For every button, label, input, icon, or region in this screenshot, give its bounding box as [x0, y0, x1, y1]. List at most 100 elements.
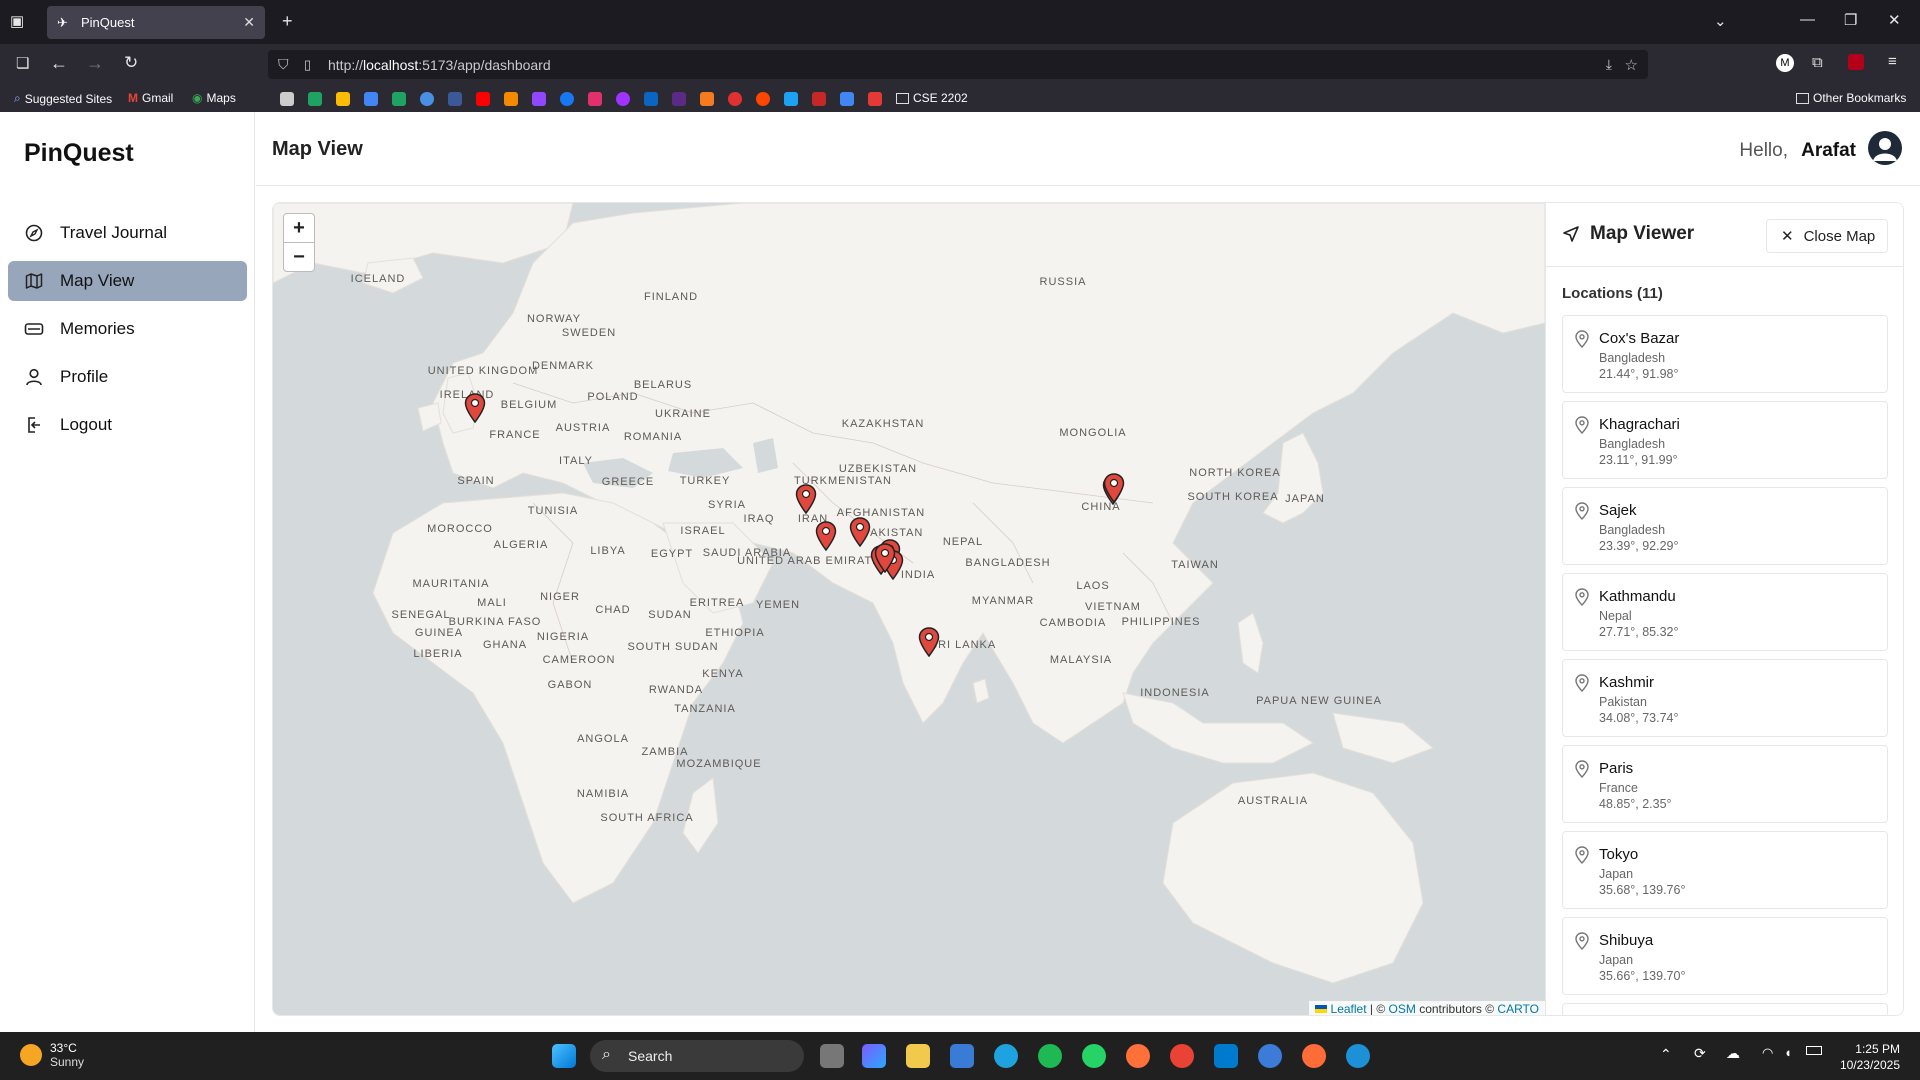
tab-list-icon[interactable]: ▣ [10, 12, 24, 30]
bookmark-icon[interactable] [700, 92, 714, 106]
chart-icon[interactable] [840, 92, 854, 106]
drive-icon[interactable] [336, 92, 350, 106]
forward-icon[interactable]: → [86, 53, 104, 74]
restore-icon[interactable]: ❐ [1844, 11, 1857, 29]
chrome-icon[interactable] [1170, 1044, 1194, 1068]
task-view-icon[interactable] [820, 1044, 844, 1068]
mail-icon[interactable] [448, 92, 462, 106]
location-item[interactable]: Shibuya Japan 35.66°, 139.70° [1562, 917, 1888, 995]
linkedin-icon[interactable] [644, 92, 658, 106]
spotify-icon[interactable] [1038, 1044, 1062, 1068]
bookmark-icon[interactable] [728, 92, 742, 106]
store-icon[interactable] [950, 1044, 974, 1068]
twitch-icon[interactable] [532, 92, 546, 106]
location-item[interactable]: Paris France 48.85°, 2.35° [1562, 745, 1888, 823]
mt-icon[interactable] [504, 92, 518, 106]
taskbar-search[interactable]: ⌕ Search [590, 1040, 804, 1072]
extensions-icon[interactable]: ⧉ [1812, 54, 1823, 71]
sidebar-item-travel-journal[interactable]: Travel Journal [8, 213, 247, 253]
ublock-icon[interactable] [1848, 54, 1864, 70]
map-marker[interactable] [1103, 473, 1125, 503]
weather-widget[interactable]: 33°C Sunny [20, 1041, 84, 1069]
location-item[interactable]: Sajek Bangladesh 23.39°, 92.29° [1562, 487, 1888, 565]
leaflet-link[interactable]: Leaflet [1331, 1002, 1367, 1015]
edge-icon[interactable] [994, 1044, 1018, 1068]
close-map-button[interactable]: ✕ Close Map [1766, 219, 1888, 253]
browser-tab[interactable]: ✈ PinQuest ✕ [47, 6, 265, 39]
bookmark-gmail[interactable]: M Gmail [128, 91, 173, 105]
location-item[interactable] [1562, 1003, 1888, 1015]
bookmark-maps[interactable]: ◉ Maps [192, 91, 236, 105]
bookmark-icon[interactable] [812, 92, 826, 106]
location-item[interactable]: Kashmir Pakistan 34.08°, 73.74° [1562, 659, 1888, 737]
vscode-icon[interactable] [1214, 1044, 1238, 1068]
translate-icon[interactable] [420, 92, 434, 106]
youtube-icon[interactable] [476, 92, 490, 106]
whatsapp-icon[interactable] [1082, 1044, 1106, 1068]
twitter-icon[interactable] [784, 92, 798, 106]
volume-icon[interactable]: ◖ [1784, 1045, 1792, 1060]
map-marker[interactable] [918, 627, 940, 657]
messenger-icon[interactable] [616, 92, 630, 106]
drive-icon[interactable] [364, 92, 378, 106]
map-marker[interactable] [849, 517, 871, 547]
carto-link[interactable]: CARTO [1497, 1002, 1539, 1015]
drive-icon[interactable] [308, 92, 322, 106]
osm-link[interactable]: OSM [1389, 1002, 1416, 1015]
chatgpt-icon[interactable] [280, 92, 294, 106]
location-item[interactable]: Khagrachari Bangladesh 23.11°, 91.99° [1562, 401, 1888, 479]
sidebar-item-logout[interactable]: Logout [8, 405, 247, 445]
world-map[interactable]: ICELAND FINLAND RUSSIA NORWAY SWEDEN UNI… [273, 203, 1545, 1015]
shield-icon: ⛉ [278, 56, 289, 72]
avatar[interactable] [1868, 131, 1902, 165]
zoom-out-button[interactable]: − [283, 242, 315, 272]
download-icon[interactable]: ⤓ [1606, 56, 1612, 73]
url-bar[interactable]: ⛉ ▯ http://localhost:5173/app/dashboard … [268, 50, 1648, 79]
cloud-icon[interactable]: ☁ [1726, 1045, 1740, 1062]
location-item[interactable]: Cox's Bazar Bangladesh 21.44°, 91.98° [1562, 315, 1888, 393]
postman-icon[interactable] [1302, 1044, 1326, 1068]
map-marker[interactable] [815, 521, 837, 551]
map-marker[interactable] [795, 484, 817, 514]
sk-icon[interactable] [868, 92, 882, 106]
qbittorrent-icon[interactable] [1258, 1044, 1282, 1068]
instagram-icon[interactable] [588, 92, 602, 106]
map-marker[interactable] [464, 393, 486, 423]
sidebar-toggle-icon[interactable]: ❏ [16, 54, 29, 72]
profile-icon[interactable]: M [1776, 54, 1794, 72]
new-tab-icon[interactable]: + [282, 11, 293, 32]
windows-start-icon[interactable] [552, 1044, 576, 1068]
docker-icon[interactable] [1346, 1044, 1370, 1068]
location-item[interactable]: Tokyo Japan 35.68°, 139.76° [1562, 831, 1888, 909]
sidebar-item-profile[interactable]: Profile [8, 357, 247, 397]
back-icon[interactable]: ← [50, 53, 68, 74]
copilot-icon[interactable] [862, 1044, 886, 1068]
bookmark-suggested-sites[interactable]: ⌕ Suggested Sites [14, 91, 112, 106]
bookmark-other[interactable]: Other Bookmarks [1796, 91, 1906, 105]
battery-icon[interactable] [1806, 1046, 1822, 1055]
window-close-icon[interactable]: ✕ [1888, 11, 1901, 29]
menu-icon[interactable]: ≡ [1888, 53, 1897, 70]
sync-icon[interactable]: ⟳ [1694, 1045, 1706, 1062]
location-item[interactable]: Kathmandu Nepal 27.71°, 85.32° [1562, 573, 1888, 651]
sidebar-item-map-view[interactable]: Map View [8, 261, 247, 301]
bookmark-cse-2202[interactable]: CSE 2202 [896, 91, 968, 105]
firefox-icon[interactable] [1126, 1044, 1150, 1068]
zoom-in-button[interactable]: + [283, 213, 315, 243]
star-icon[interactable]: ☆ [1625, 56, 1638, 74]
w-icon[interactable] [672, 92, 686, 106]
facebook-icon[interactable] [560, 92, 574, 106]
system-clock[interactable]: 1:25 PM 10/23/2025 [1840, 1041, 1900, 1073]
minimize-icon[interactable]: — [1800, 11, 1815, 28]
reload-icon[interactable]: ↻ [124, 53, 138, 73]
brand-logo[interactable]: PinQuest [24, 139, 134, 168]
drive-icon[interactable] [392, 92, 406, 106]
wifi-icon[interactable]: ◠ [1762, 1045, 1773, 1061]
sidebar-item-memories[interactable]: Memories [8, 309, 247, 349]
file-explorer-icon[interactable] [906, 1044, 930, 1068]
close-tab-icon[interactable]: ✕ [243, 14, 255, 31]
reddit-icon[interactable] [756, 92, 770, 106]
map-marker[interactable] [874, 543, 896, 573]
chevron-up-icon[interactable]: ⌃ [1660, 1046, 1672, 1063]
chevron-down-icon[interactable]: ⌄ [1714, 12, 1727, 30]
